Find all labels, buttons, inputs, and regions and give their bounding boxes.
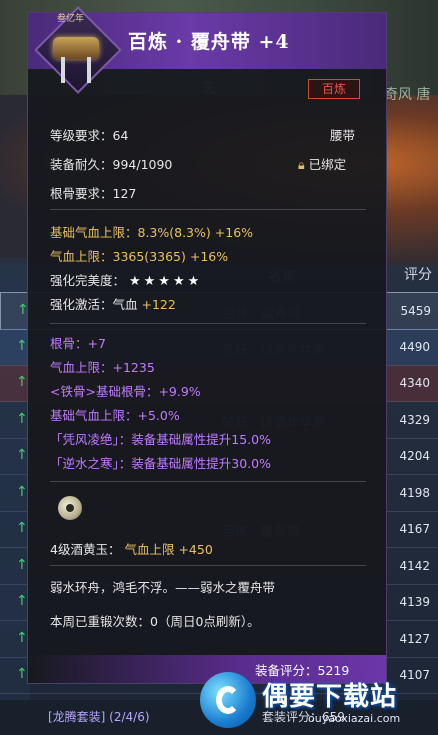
suit-set-label[interactable]: [龙腾套装] (2/4/6) [48, 708, 150, 725]
arrow-up-icon: ↑ [16, 337, 28, 354]
site-logo-icon [200, 672, 256, 728]
enhance-activation: 强化激活：气血 +122 [50, 294, 176, 313]
lock-icon: 🔒︎ [298, 157, 305, 172]
base-hp-bonus: +16% [214, 225, 254, 240]
hp-bonus: +16% [189, 249, 229, 264]
activate-label: 强化激活：气血 [50, 297, 138, 312]
hp-value: 气血上限：3365(3365) [50, 249, 186, 264]
belt-icon [53, 37, 99, 59]
rank-score: 4490 [399, 339, 430, 354]
arrow-up-icon: ↑ [16, 483, 28, 500]
arrow-up-icon: ↑ [16, 410, 28, 427]
bound-status: 🔒︎ 已绑定 [298, 154, 346, 173]
root-requirement: 根骨要求：127 [50, 186, 137, 201]
star-rating: ★★★★★ [129, 274, 203, 289]
divider-1 [50, 209, 366, 210]
quality-badge: 百炼 [308, 79, 360, 99]
set-effect-stat: 「凭风凌绝」：装备基础属性提升15.0% [50, 432, 271, 447]
enhance-perfection: 强化完美度： ★★★★★ [50, 270, 202, 289]
equip-slot: 腰带 [330, 128, 356, 143]
reforge-count: 本周已重锻次数：0（周日0点刷新）。 [50, 614, 260, 629]
rank-score: 4127 [399, 631, 430, 646]
activate-bonus: +122 [141, 297, 176, 312]
flavor-text: 弱水环舟，鸿毛不浮。——弱水之覆舟带 [50, 580, 276, 595]
gem-bonus: +450 [178, 542, 213, 557]
scene-text-right: 奇风 唐 [384, 87, 431, 103]
divider-4 [50, 565, 366, 566]
rank-score: 4204 [399, 449, 430, 463]
logo-swirl [216, 686, 240, 714]
watermark-url: ouyaoxiazai.com [308, 712, 401, 725]
divider-2 [50, 323, 366, 324]
gem-stat-name: 气血上限 [124, 542, 175, 557]
tassel-right [87, 57, 91, 83]
item-title: 百炼 · 覆舟带 +4 [128, 31, 290, 53]
site-watermark: 偶要下载站 ouyaoxiazai.com [200, 672, 434, 732]
arrow-up-icon: ↑ [16, 447, 28, 463]
gem-stat: 4级酒黄玉： 气血上限 +450 [50, 539, 213, 558]
enhance-label: 强化完美度： [50, 273, 126, 288]
gem-hole [66, 504, 74, 512]
divider-3 [50, 481, 366, 482]
durability: 装备耐久：994/1090 [50, 157, 173, 172]
arrow-up-icon: ↑ [16, 374, 28, 390]
purple-stat: <铁骨>基础根骨：+9.9% [50, 384, 201, 399]
arrow-up-icon: ↑ [16, 556, 28, 573]
arrow-up-icon: ↑ [16, 666, 28, 682]
rank-score: 4198 [399, 485, 430, 500]
hp-stat: 气血上限：3365(3365) +16% [50, 246, 228, 265]
purple-stat: 基础气血上限：+5.0% [50, 408, 180, 423]
bound-label: 已绑定 [308, 157, 347, 172]
gem-icon [58, 496, 82, 520]
rank-score: 5459 [400, 304, 431, 318]
rank-score: 4142 [399, 558, 430, 573]
set-effect-stat: 「逆水之寒」：装备基础属性提升30.0% [50, 456, 271, 471]
watermark-text: 偶要下载站 [262, 682, 398, 712]
rank-score: 4167 [399, 522, 430, 536]
purple-stat: 根骨：+7 [50, 336, 106, 351]
score-column-header: 评分 [404, 267, 432, 283]
arrow-up-icon: ↑ [16, 593, 28, 609]
rank-score: 4329 [399, 412, 430, 427]
gem-label: 4级酒黄玉： [50, 542, 121, 557]
tassel-left [61, 57, 65, 83]
level-requirement: 等级要求：64 [50, 128, 129, 143]
item-tag: 叁亿年 [57, 14, 85, 24]
rank-score: 4139 [399, 595, 430, 609]
arrow-up-icon: ↑ [16, 629, 28, 646]
purple-stat: 气血上限：+1235 [50, 360, 155, 375]
item-icon: 叁亿年 [31, 6, 122, 97]
rank-score: 4340 [399, 376, 430, 390]
base-hp-value: 基础气血上限：8.3%(8.3%) [50, 225, 211, 240]
arrow-up-icon: ↑ [16, 520, 28, 536]
base-hp-stat: 基础气血上限：8.3%(8.3%) +16% [50, 222, 253, 241]
item-tooltip: 叁亿年 百炼 · 覆舟带 +4 百炼 等级要求：64 腰带 装备耐久：994/1… [27, 6, 387, 684]
